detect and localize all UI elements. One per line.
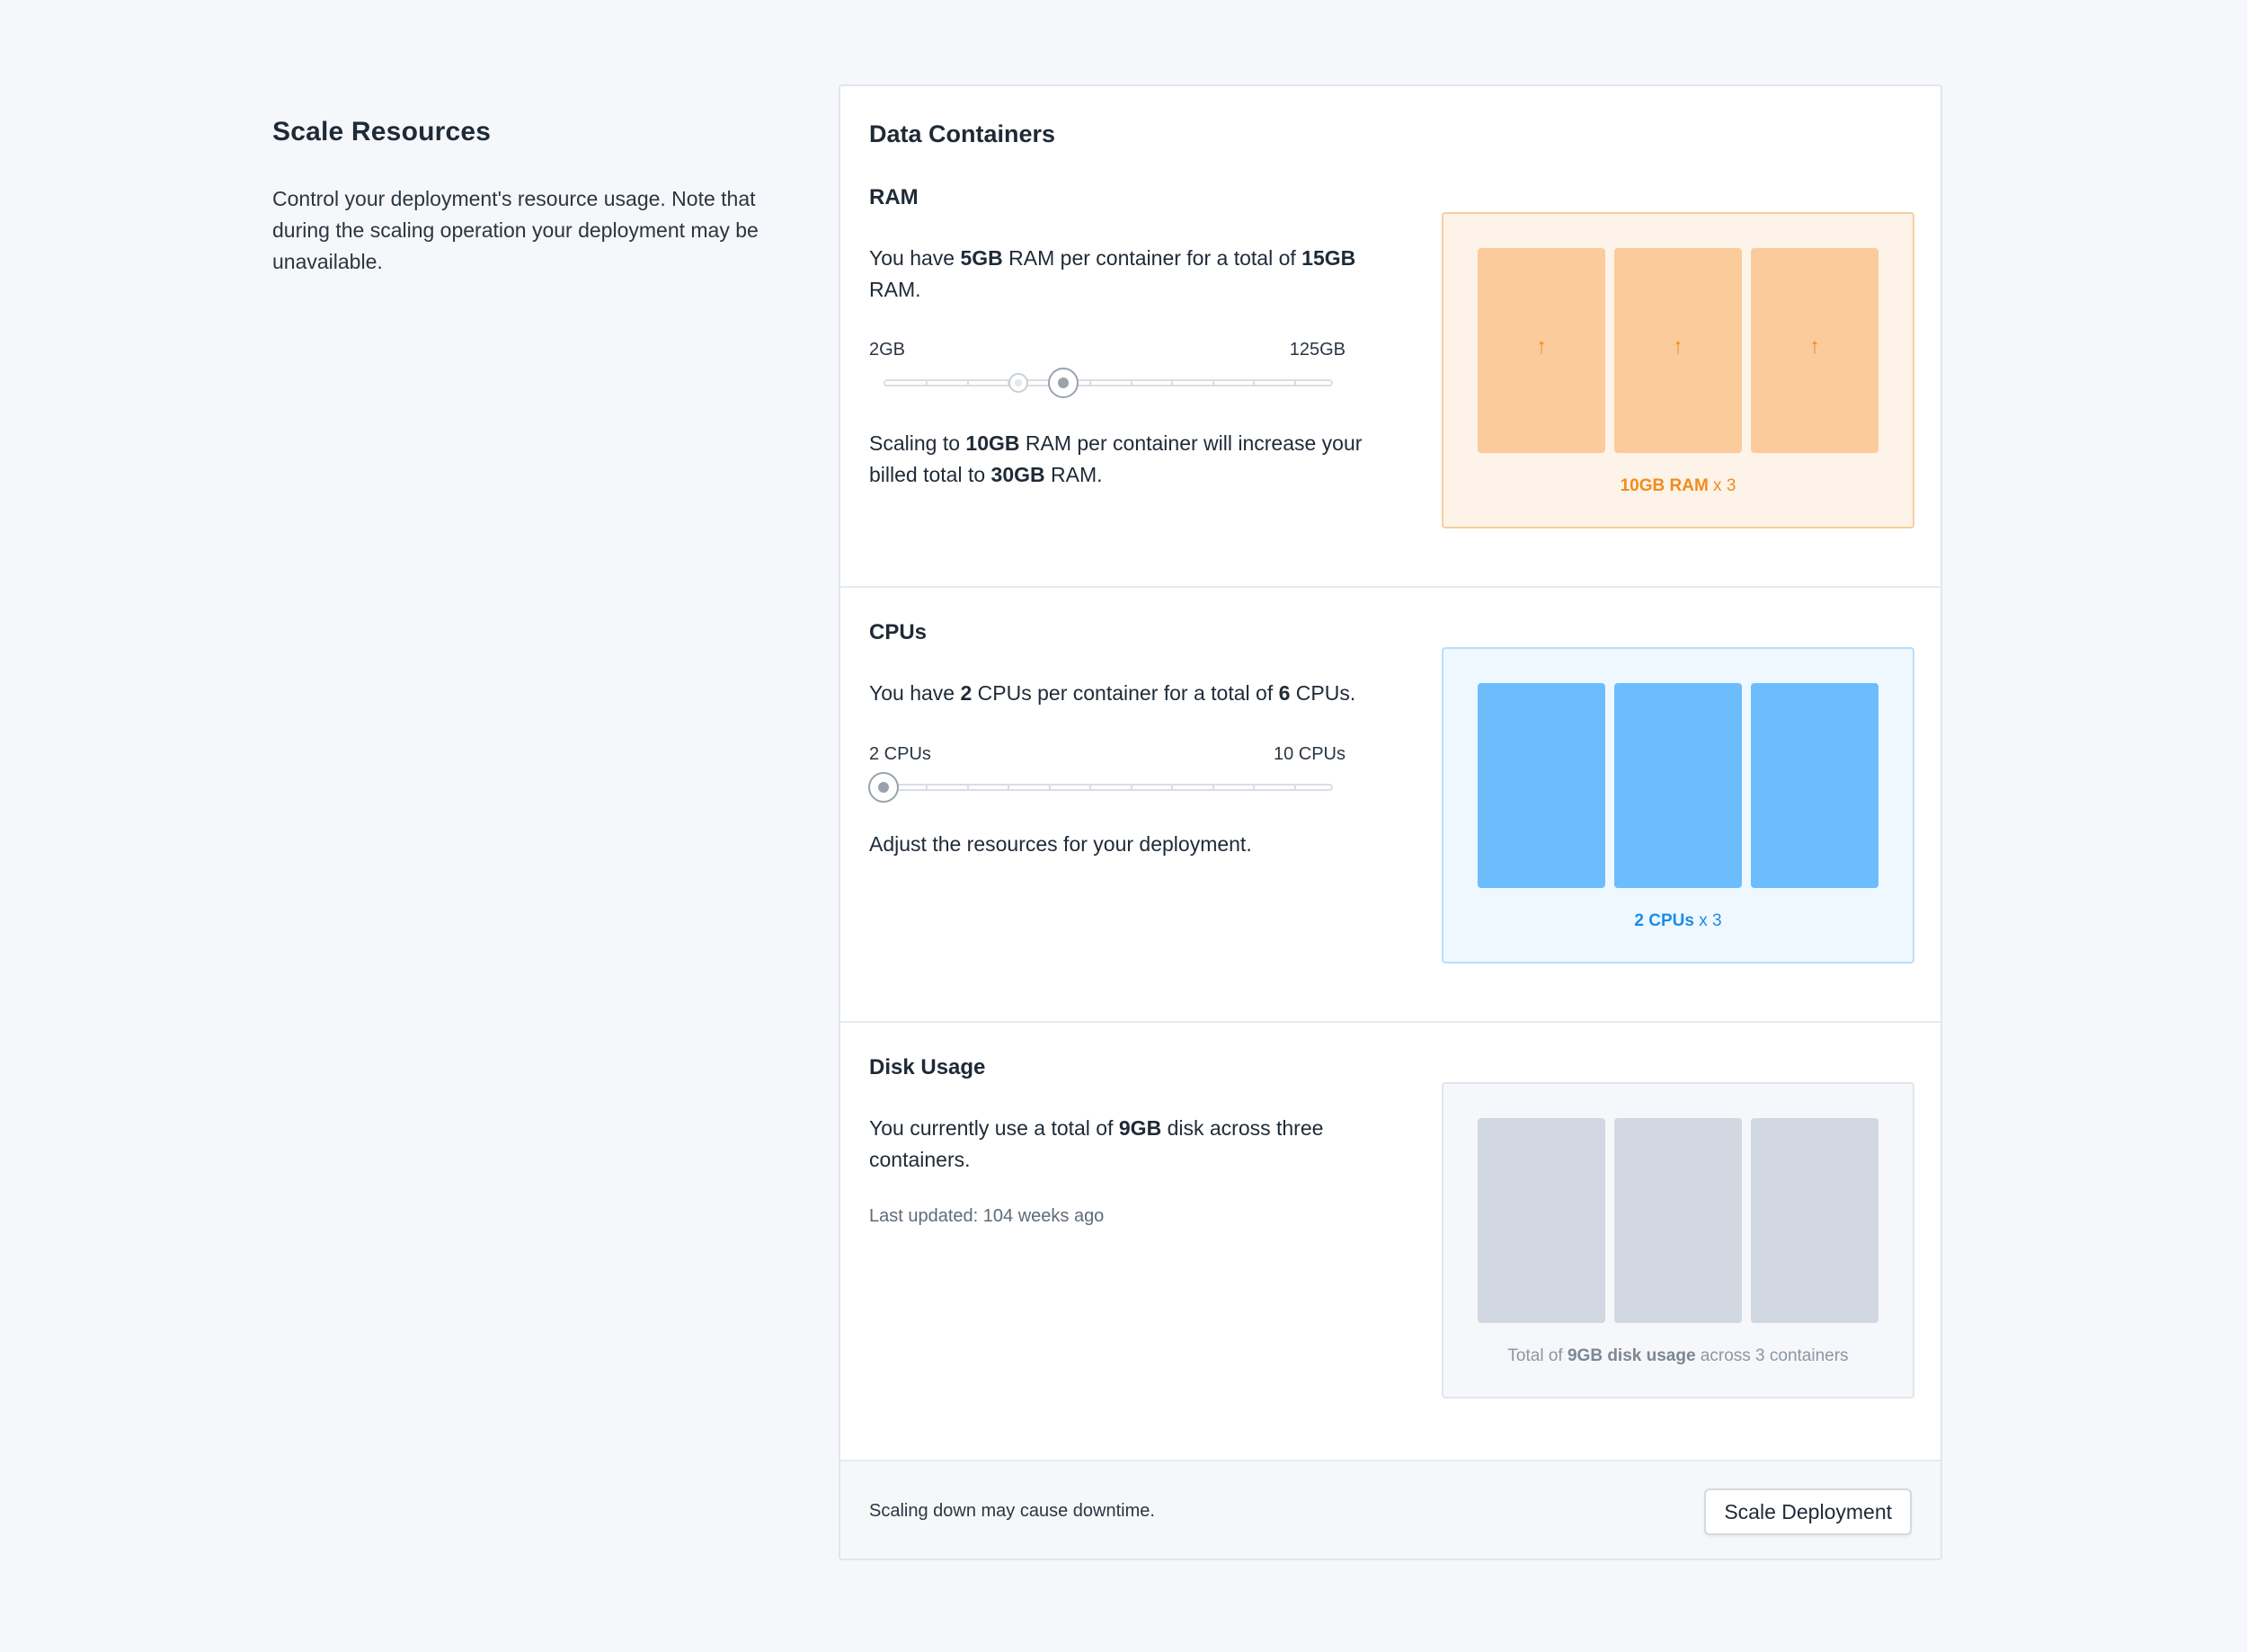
slider-tick	[1008, 786, 1010, 789]
cpu-title: CPUs	[869, 620, 928, 644]
cpu-slider-handle[interactable]	[868, 772, 899, 803]
disk-container-block	[1478, 1118, 1605, 1323]
slider-tick	[926, 786, 928, 789]
disk-last-updated: Last updated: 104 weeks ago	[869, 1206, 1105, 1226]
slider-tick	[1171, 381, 1174, 385]
cpu-total: 6	[1278, 681, 1291, 705]
cpu-slider-min: 2 CPUs	[869, 744, 931, 764]
ram-container-block: ↑	[1751, 248, 1878, 453]
ram-per-container: 5GB	[960, 246, 1003, 270]
cpu-container-block	[1478, 683, 1605, 888]
cpu-slider-track[interactable]	[884, 784, 1333, 791]
scale-deployment-button[interactable]: Scale Deployment	[1704, 1488, 1912, 1535]
intro-panel: Scale Resources Control your deployment'…	[272, 117, 776, 278]
disk-total: 9GB	[1118, 1116, 1162, 1140]
slider-tick	[1130, 786, 1132, 789]
ram-total: 15GB	[1301, 246, 1356, 270]
disk-visualization: Total of 9GB disk usage across 3 contain…	[1442, 1082, 1914, 1399]
ram-target-total: 30GB	[990, 463, 1045, 486]
disk-section: Disk Usage You currently use a total of …	[840, 1021, 1941, 1461]
arrow-up-icon: ↑	[1536, 334, 1547, 359]
ram-slider[interactable]: 2GB 125GB	[869, 340, 1346, 403]
cpu-slider[interactable]: 2 CPUs 10 CPUs	[868, 744, 1346, 807]
ram-current-text: You have 5GB RAM per container for a tot…	[869, 246, 1356, 301]
ram-container-block: ↑	[1614, 248, 1742, 453]
ram-slider-max: 125GB	[1289, 340, 1346, 360]
cpu-viz-caption: 2 CPUs x 3	[1634, 911, 1722, 930]
slider-tick	[1089, 786, 1092, 789]
cpu-container-block	[1614, 683, 1742, 888]
arrow-up-icon: ↑	[1673, 334, 1683, 359]
ram-container-block: ↑	[1478, 248, 1605, 453]
disk-usage-text: You currently use a total of 9GB disk ac…	[869, 1116, 1324, 1171]
slider-tick	[926, 381, 928, 385]
slider-tick	[1293, 381, 1296, 385]
cpu-container-block	[1751, 683, 1878, 888]
arrow-up-icon: ↑	[1809, 334, 1820, 359]
page-description: Control your deployment's resource usage…	[272, 187, 759, 273]
downtime-warning: Scaling down may cause downtime.	[869, 1501, 1155, 1521]
ram-slider-track[interactable]	[884, 379, 1333, 386]
disk-container-block	[1751, 1118, 1878, 1323]
slider-tick	[1048, 786, 1051, 789]
cpu-per-container: 2	[960, 681, 973, 705]
card-footer: Scaling down may cause downtime. Scale D…	[840, 1460, 1941, 1559]
disk-viz-caption: Total of 9GB disk usage across 3 contain…	[1507, 1346, 1849, 1365]
slider-tick	[1089, 381, 1092, 385]
slider-tick	[1130, 381, 1132, 385]
slider-tick	[1171, 786, 1174, 789]
ram-section: RAM You have 5GB RAM per container for a…	[840, 86, 1941, 586]
data-containers-card: Data Containers RAM You have 5GB RAM per…	[839, 84, 1942, 1560]
slider-tick	[1253, 786, 1256, 789]
slider-tick	[1212, 786, 1214, 789]
ram-slider-current-handle	[1008, 373, 1028, 393]
slider-tick	[1293, 786, 1296, 789]
ram-visualization: ↑ ↑ ↑ 10GB RAM x 3	[1442, 212, 1914, 528]
slider-tick	[1253, 381, 1256, 385]
cpu-visualization: 2 CPUs x 3	[1442, 647, 1914, 964]
ram-target-per-container: 10GB	[965, 431, 1020, 455]
slider-tick	[1212, 381, 1214, 385]
slider-tick	[966, 786, 969, 789]
page-title: Scale Resources	[272, 117, 492, 147]
cpu-current-text: You have 2 CPUs per container for a tota…	[869, 681, 1356, 705]
cpu-note: Adjust the resources for your deployment…	[869, 832, 1252, 856]
disk-container-block	[1614, 1118, 1742, 1323]
ram-viz-caption: 10GB RAM x 3	[1620, 476, 1736, 495]
ram-slider-min: 2GB	[869, 340, 906, 360]
cpu-slider-max: 10 CPUs	[1273, 744, 1346, 764]
ram-title: RAM	[869, 185, 919, 209]
ram-scale-text: Scaling to 10GB RAM per container will i…	[869, 431, 1363, 486]
cpu-section: CPUs You have 2 CPUs per container for a…	[840, 586, 1941, 1023]
ram-slider-handle[interactable]	[1048, 368, 1079, 398]
slider-tick	[966, 381, 969, 385]
disk-title: Disk Usage	[869, 1055, 986, 1079]
